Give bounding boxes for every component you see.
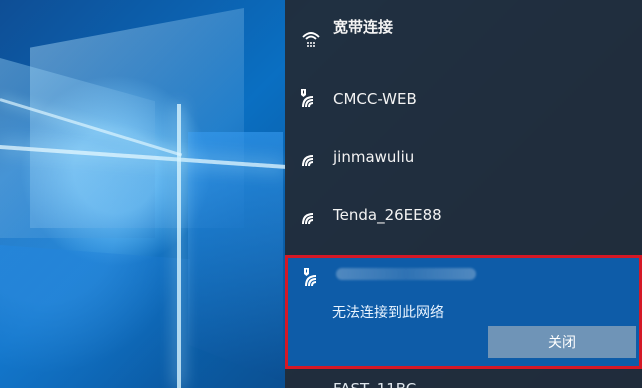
network-label: Tenda_26EE88 bbox=[333, 206, 442, 224]
dialup-icon bbox=[299, 27, 323, 51]
wifi-icon bbox=[299, 146, 323, 170]
network-item-broadband[interactable]: 宽带连接 bbox=[285, 0, 642, 63]
close-button[interactable]: 关闭 bbox=[488, 326, 636, 358]
redacted-network-name bbox=[336, 268, 476, 280]
wallpaper-window-shape bbox=[188, 132, 283, 382]
network-flyout: 宽带连接 CMCC-WEB jinmawuliu Tenda_26EE88 无法… bbox=[285, 0, 642, 388]
wallpaper-window-shape bbox=[0, 245, 190, 388]
network-item-fast-11bc[interactable]: FAST_11BC bbox=[285, 369, 642, 388]
wallpaper-window-shape bbox=[0, 58, 155, 238]
wallpaper-light-beam bbox=[177, 104, 181, 388]
connection-error-text: 无法连接到此网络 bbox=[332, 305, 444, 321]
wallpaper-light-beam bbox=[0, 98, 183, 157]
network-label: CMCC-WEB bbox=[333, 90, 417, 108]
network-item-tenda[interactable]: Tenda_26EE88 bbox=[285, 186, 642, 244]
wifi-icon bbox=[299, 87, 323, 111]
wallpaper-light-beam bbox=[0, 145, 285, 169]
network-label: FAST_11BC bbox=[333, 380, 416, 388]
network-item-selected[interactable]: 无法连接到此网络 关闭 bbox=[285, 255, 642, 369]
wallpaper-window-shape bbox=[30, 8, 244, 228]
network-item-jinmawuliu[interactable]: jinmawuliu bbox=[285, 128, 642, 186]
wifi-icon bbox=[302, 266, 326, 290]
broadband-label: 宽带连接 bbox=[333, 18, 394, 36]
network-label: jinmawuliu bbox=[333, 148, 415, 166]
network-item-cmcc-web[interactable]: CMCC-WEB bbox=[285, 70, 642, 128]
wifi-icon bbox=[299, 204, 323, 228]
